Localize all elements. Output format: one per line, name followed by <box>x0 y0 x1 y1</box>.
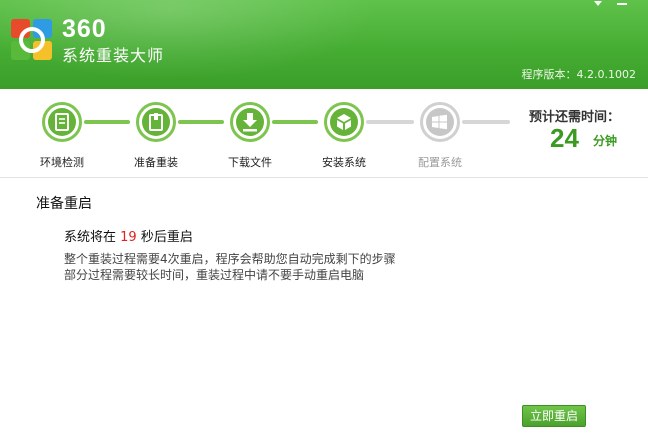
package-icon <box>149 113 163 131</box>
step-connector <box>178 120 224 124</box>
step-connector <box>462 120 510 124</box>
minimize-dash-icon <box>617 3 627 5</box>
step-configure-system <box>420 102 460 142</box>
section-title: 准备重启 <box>36 196 92 212</box>
close-button[interactable] <box>614 0 630 12</box>
step-prepare-reinstall <box>136 102 176 142</box>
minimize-button[interactable] <box>590 0 606 12</box>
step-download-files <box>230 102 270 142</box>
step-environment-check <box>42 102 82 142</box>
app-header: 360 系统重装大师 程序版本：4.2.0.1002 <box>0 0 648 89</box>
eta-unit: 分钟 <box>593 134 618 148</box>
description-line: 部分过程需要较长时间，重装过程中请不要手动重启电脑 <box>64 268 365 282</box>
step-install-system <box>324 102 364 142</box>
countdown-prefix: 系统将在 <box>64 230 117 245</box>
countdown-seconds: 19 <box>120 230 137 245</box>
step-label: 准备重装 <box>134 156 178 169</box>
header-glow <box>0 0 380 80</box>
brand-number: 360 <box>62 15 107 43</box>
countdown-text: 系统将在 19 秒后重启 <box>64 226 193 245</box>
box-icon <box>337 114 351 130</box>
app-logo-icon <box>11 19 53 61</box>
description-line: 整个重装过程需要4次重启，程序会帮助您自动完成剩下的步骤 <box>64 252 396 266</box>
countdown-suffix: 秒后重启 <box>140 230 193 245</box>
logo-ring <box>19 27 45 53</box>
eta-value: 24 <box>550 123 579 153</box>
step-label: 安装系统 <box>322 156 366 169</box>
windows-icon <box>432 114 447 130</box>
step-connector <box>272 120 318 124</box>
step-label: 环境检测 <box>40 156 84 169</box>
step-label: 配置系统 <box>418 156 462 169</box>
step-connector <box>366 120 414 124</box>
brand-name: 系统重装大师 <box>62 46 165 65</box>
restart-now-button[interactable]: 立即重启 <box>522 405 586 427</box>
version-label: 程序版本：4.2.0.1002 <box>521 68 636 81</box>
step-connector <box>84 120 130 124</box>
document-icon <box>55 113 69 131</box>
download-icon <box>243 113 257 132</box>
step-label: 下载文件 <box>228 156 272 169</box>
chevron-down-icon <box>594 1 602 6</box>
